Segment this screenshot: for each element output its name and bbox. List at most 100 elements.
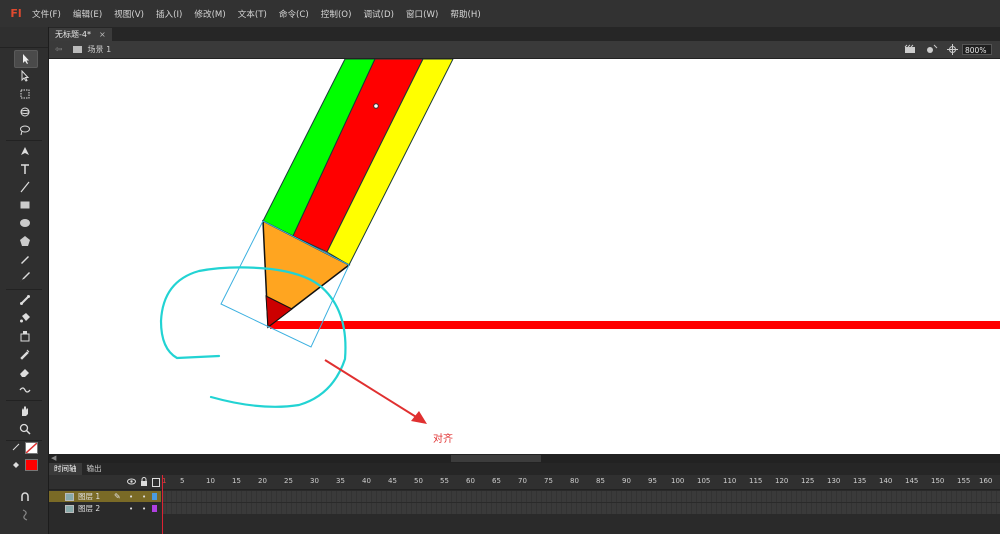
show-hide-eye-icon[interactable] (127, 478, 136, 485)
lock-dot[interactable]: • (142, 505, 146, 513)
layer-frames[interactable] (162, 503, 1000, 514)
oval-tool-icon[interactable] (14, 215, 36, 231)
scene-label: 场景 1 (87, 45, 112, 54)
free-transform-tool-icon[interactable] (14, 86, 36, 102)
layer-frames[interactable] (162, 491, 1000, 502)
frame-number: 150 (931, 477, 945, 485)
lock-dot[interactable]: • (142, 493, 146, 501)
layer-icon (65, 504, 74, 513)
tab-timeline[interactable]: 时间轴 (49, 463, 82, 475)
menu-text[interactable]: 文本(T) (238, 8, 267, 20)
frame-number: 30 (310, 477, 319, 485)
frame-number: 115 (749, 477, 763, 485)
frame-number: 80 (570, 477, 579, 485)
tools-panel-header (0, 27, 48, 48)
timeline-panel: 时间轴 输出 1 5 10 15 20 25 30 35 40 45 50 55… (49, 463, 1000, 534)
menu-window[interactable]: 窗口(W) (406, 8, 438, 20)
edit-bar: ⇦ 场景 1 800% (49, 41, 1000, 59)
scroll-left-icon[interactable]: ◀ (51, 454, 56, 462)
menu-edit[interactable]: 编辑(E) (73, 8, 102, 20)
stage-canvas (159, 59, 1000, 424)
pen-tool-icon[interactable] (14, 143, 36, 159)
line-tool-icon[interactable] (14, 179, 36, 195)
document-tab-strip: 无标题-4* × (49, 27, 1000, 41)
frame-number: 140 (879, 477, 893, 485)
document-tab[interactable]: 无标题-4* × (49, 28, 112, 41)
close-icon[interactable]: × (99, 28, 106, 41)
lock-icon[interactable] (140, 477, 148, 486)
frame-number: 90 (622, 477, 631, 485)
layer-row[interactable]: 图层 2 • • (49, 503, 161, 514)
subselection-tool-icon[interactable] (14, 68, 36, 84)
timeline-tabs: 时间轴 输出 (49, 463, 1000, 475)
visible-dot[interactable]: • (129, 505, 133, 513)
rectangle-tool-icon[interactable] (14, 197, 36, 213)
visible-dot[interactable]: • (129, 493, 133, 501)
menu-view[interactable]: 视图(V) (114, 8, 144, 20)
zoom-field[interactable]: 800% (962, 44, 992, 55)
center-stage-icon[interactable] (947, 44, 958, 55)
frame-number: 95 (648, 477, 657, 485)
outline-icon[interactable] (152, 478, 160, 487)
frame-number: 20 (258, 477, 267, 485)
transform-point (373, 103, 379, 109)
frame-number: 55 (440, 477, 449, 485)
frame-number: 65 (492, 477, 501, 485)
ink-bottle-tool-icon[interactable] (14, 328, 36, 344)
frame-number: 145 (905, 477, 919, 485)
width-tool-icon[interactable] (14, 382, 36, 398)
stage-horizontal-scrollbar[interactable]: ◀ (49, 454, 1000, 463)
polystar-tool-icon[interactable] (14, 233, 36, 249)
smooth-icon[interactable] (14, 507, 36, 523)
text-tool-icon[interactable] (14, 161, 36, 177)
frame-number: 85 (596, 477, 605, 485)
eraser-tool-icon[interactable] (14, 364, 36, 380)
frame-number: 35 (336, 477, 345, 485)
scene-icon (72, 46, 82, 53)
menu-insert[interactable]: 插入(I) (156, 8, 182, 20)
stroke-color-swatch[interactable] (25, 442, 38, 454)
layer-icon (65, 492, 74, 501)
pencil-edit-icon: ✎ (114, 492, 121, 501)
menu-modify[interactable]: 修改(M) (194, 8, 225, 20)
stage[interactable]: 对齐 (49, 59, 1000, 454)
menu-bar: Fl 文件(F) 编辑(E) 视图(V) 插入(I) 修改(M) 文本(T) 命… (0, 0, 1000, 28)
layer-name: 图层 1 (78, 492, 101, 501)
bone-tool-icon[interactable] (14, 292, 36, 308)
layer-color-swatch[interactable] (152, 493, 157, 500)
menu-help[interactable]: 帮助(H) (450, 8, 480, 20)
fill-color-swatch[interactable] (25, 459, 38, 471)
menu-debug[interactable]: 调试(D) (363, 8, 394, 20)
hand-tool-icon[interactable] (14, 403, 36, 419)
layer-row[interactable]: 图层 1 ✎ • • (49, 491, 161, 502)
menu-control[interactable]: 控制(O) (321, 8, 352, 20)
lasso-tool-icon[interactable] (14, 122, 36, 138)
playhead[interactable] (162, 475, 163, 534)
snap-to-objects-icon[interactable] (14, 489, 36, 505)
frame-number: 125 (801, 477, 815, 485)
edit-symbols-icon[interactable] (926, 44, 938, 54)
menu-file[interactable]: 文件(F) (32, 8, 61, 20)
frame-number: 155 (957, 477, 971, 485)
pencil-tool-icon[interactable] (14, 251, 36, 267)
selection-tool-icon[interactable] (14, 50, 38, 68)
zoom-tool-icon[interactable] (14, 421, 36, 437)
layer-name: 图层 2 (78, 504, 101, 513)
scrollbar-thumb[interactable] (451, 455, 541, 462)
tab-output[interactable]: 输出 (82, 463, 107, 475)
tools-panel (0, 27, 49, 534)
document-tab-title: 无标题-4* (55, 30, 91, 39)
menu-commands[interactable]: 命令(C) (279, 8, 309, 20)
paint-bucket-tool-icon[interactable] (14, 310, 36, 326)
frame-number: 15 (232, 477, 241, 485)
frame-number: 105 (697, 477, 711, 485)
eyedropper-tool-icon[interactable] (14, 346, 36, 362)
layer-color-swatch[interactable] (152, 505, 157, 512)
3d-rotation-tool-icon[interactable] (14, 104, 36, 120)
frame-number: 110 (723, 477, 737, 485)
edit-scene-icon[interactable] (904, 44, 916, 54)
back-arrow-icon[interactable]: ⇦ (55, 45, 63, 55)
brush-tool-icon[interactable] (14, 269, 36, 285)
frame-number: 160 (979, 477, 993, 485)
frame-number: 40 (362, 477, 371, 485)
